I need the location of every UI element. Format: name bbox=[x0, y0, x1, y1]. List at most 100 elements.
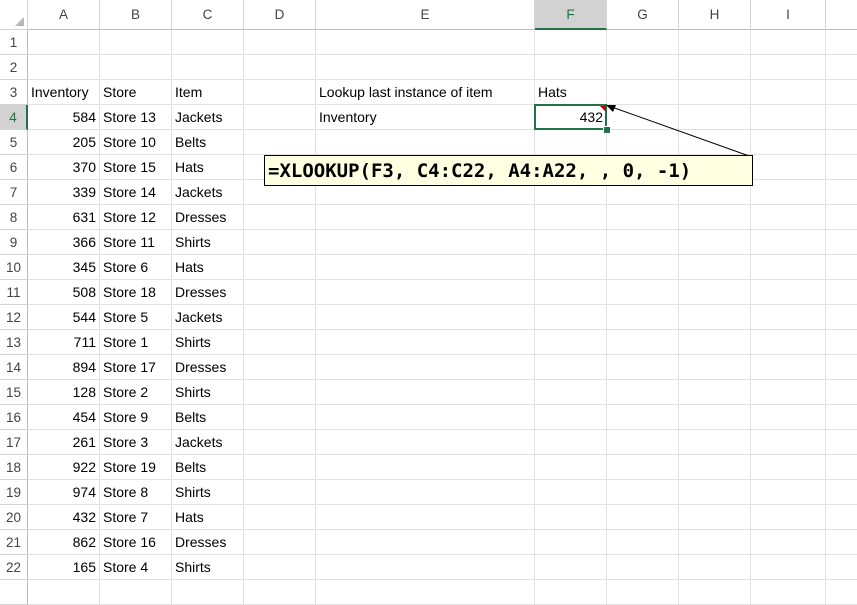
cell[interactable] bbox=[535, 130, 607, 155]
cell[interactable] bbox=[826, 205, 857, 230]
column-header-c[interactable]: C bbox=[172, 0, 244, 30]
cell[interactable] bbox=[826, 580, 857, 605]
select-all-corner[interactable] bbox=[0, 0, 28, 30]
table-cell-item[interactable]: Shirts bbox=[172, 555, 244, 580]
cell[interactable] bbox=[244, 480, 316, 505]
table-cell-store[interactable]: Store 7 bbox=[100, 505, 172, 530]
cell[interactable] bbox=[607, 405, 679, 430]
table-cell-inventory[interactable]: 711 bbox=[28, 330, 100, 355]
row-header-21[interactable]: 21 bbox=[0, 530, 28, 555]
table-cell-item[interactable]: Jackets bbox=[172, 305, 244, 330]
table-cell-store[interactable]: Store 16 bbox=[100, 530, 172, 555]
table-cell-item[interactable]: Belts bbox=[172, 405, 244, 430]
row-header-extra[interactable] bbox=[0, 580, 28, 605]
cell[interactable] bbox=[244, 580, 316, 605]
cell[interactable] bbox=[316, 505, 535, 530]
table-cell-store[interactable]: Store 19 bbox=[100, 455, 172, 480]
cell[interactable] bbox=[244, 505, 316, 530]
cell[interactable] bbox=[679, 405, 751, 430]
cell[interactable] bbox=[244, 405, 316, 430]
cell[interactable] bbox=[535, 30, 607, 55]
table-cell-inventory[interactable]: 370 bbox=[28, 155, 100, 180]
table-cell-store[interactable]: Store 13 bbox=[100, 105, 172, 130]
table-cell-store[interactable]: Store 6 bbox=[100, 255, 172, 280]
cell[interactable] bbox=[826, 80, 857, 105]
table-cell-inventory[interactable]: 205 bbox=[28, 130, 100, 155]
cell[interactable] bbox=[679, 505, 751, 530]
cell[interactable] bbox=[826, 30, 857, 55]
row-header-19[interactable]: 19 bbox=[0, 480, 28, 505]
row-header-2[interactable]: 2 bbox=[0, 55, 28, 80]
table-cell-item[interactable]: Shirts bbox=[172, 380, 244, 405]
cell[interactable] bbox=[679, 105, 751, 130]
cell[interactable] bbox=[244, 255, 316, 280]
table-cell-inventory[interactable]: 894 bbox=[28, 355, 100, 380]
cell[interactable] bbox=[28, 30, 100, 55]
cell[interactable] bbox=[751, 580, 826, 605]
table-cell-store[interactable]: Store 4 bbox=[100, 555, 172, 580]
table-cell-inventory[interactable]: 584 bbox=[28, 105, 100, 130]
cell[interactable] bbox=[679, 330, 751, 355]
cell[interactable] bbox=[826, 505, 857, 530]
table-cell-item[interactable]: Dresses bbox=[172, 530, 244, 555]
cell[interactable] bbox=[316, 430, 535, 455]
cell[interactable] bbox=[826, 105, 857, 130]
cell[interactable] bbox=[826, 530, 857, 555]
row-header-12[interactable]: 12 bbox=[0, 305, 28, 330]
cell[interactable] bbox=[316, 30, 535, 55]
cell[interactable] bbox=[244, 105, 316, 130]
cell[interactable] bbox=[535, 305, 607, 330]
table-cell-store[interactable]: Store 14 bbox=[100, 180, 172, 205]
table-cell-inventory[interactable]: 128 bbox=[28, 380, 100, 405]
cell[interactable] bbox=[607, 80, 679, 105]
cell[interactable] bbox=[244, 55, 316, 80]
table-cell-inventory[interactable]: 366 bbox=[28, 230, 100, 255]
cell[interactable] bbox=[607, 355, 679, 380]
cell[interactable] bbox=[607, 455, 679, 480]
table-cell-item[interactable]: Hats bbox=[172, 505, 244, 530]
cell[interactable] bbox=[826, 555, 857, 580]
cell[interactable] bbox=[244, 80, 316, 105]
cell[interactable] bbox=[535, 480, 607, 505]
table-cell-store[interactable]: Store 11 bbox=[100, 230, 172, 255]
cell[interactable] bbox=[607, 55, 679, 80]
cell[interactable] bbox=[316, 380, 535, 405]
cell[interactable] bbox=[826, 280, 857, 305]
cell[interactable] bbox=[607, 255, 679, 280]
cell[interactable] bbox=[751, 430, 826, 455]
cell[interactable] bbox=[751, 130, 826, 155]
cell[interactable] bbox=[535, 355, 607, 380]
table-cell-store[interactable]: Store 2 bbox=[100, 380, 172, 405]
cell[interactable] bbox=[607, 305, 679, 330]
cell[interactable] bbox=[535, 455, 607, 480]
table-cell-inventory[interactable]: 261 bbox=[28, 430, 100, 455]
cell[interactable] bbox=[316, 355, 535, 380]
cell[interactable] bbox=[244, 355, 316, 380]
cell[interactable] bbox=[316, 280, 535, 305]
cell[interactable] bbox=[679, 380, 751, 405]
row-header-4[interactable]: 4 bbox=[0, 105, 28, 130]
row-header-9[interactable]: 9 bbox=[0, 230, 28, 255]
cell[interactable] bbox=[751, 355, 826, 380]
table-cell-item[interactable]: Dresses bbox=[172, 280, 244, 305]
cell[interactable] bbox=[607, 505, 679, 530]
cell[interactable] bbox=[100, 30, 172, 55]
cell[interactable] bbox=[607, 30, 679, 55]
cell[interactable] bbox=[826, 480, 857, 505]
cell[interactable] bbox=[316, 205, 535, 230]
cell[interactable] bbox=[751, 380, 826, 405]
cell[interactable] bbox=[244, 280, 316, 305]
cell[interactable] bbox=[535, 255, 607, 280]
cell[interactable] bbox=[826, 405, 857, 430]
cell[interactable] bbox=[607, 380, 679, 405]
cell[interactable] bbox=[607, 580, 679, 605]
table-cell-item[interactable]: Shirts bbox=[172, 230, 244, 255]
cell[interactable] bbox=[244, 30, 316, 55]
cell[interactable] bbox=[751, 530, 826, 555]
cell[interactable] bbox=[316, 580, 535, 605]
row-header-3[interactable]: 3 bbox=[0, 80, 28, 105]
cell[interactable] bbox=[751, 280, 826, 305]
table-cell-item[interactable]: Dresses bbox=[172, 205, 244, 230]
table-cell-inventory[interactable]: 345 bbox=[28, 255, 100, 280]
cell[interactable] bbox=[679, 530, 751, 555]
